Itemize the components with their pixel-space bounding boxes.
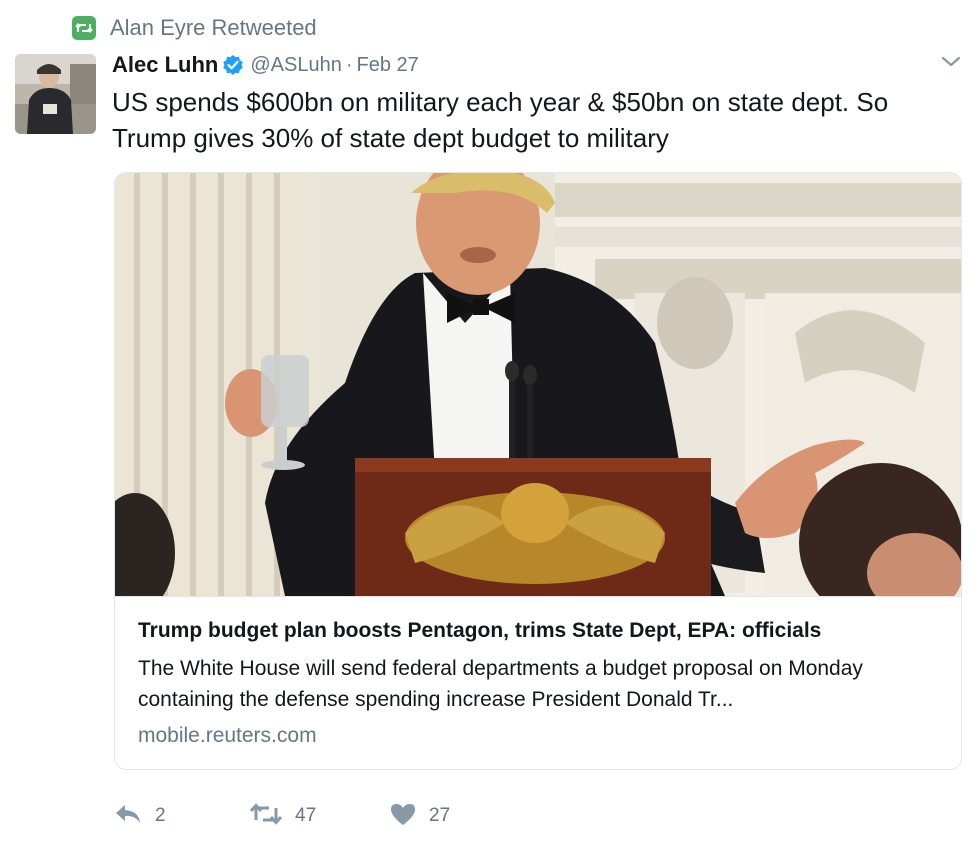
retweet-button[interactable]: 47 xyxy=(249,802,389,831)
chevron-down-icon[interactable] xyxy=(937,52,965,72)
retweeted-by-label[interactable]: Alan Eyre Retweeted xyxy=(110,15,317,41)
verified-badge-icon xyxy=(222,54,244,76)
card-description: The White House will send federal depart… xyxy=(138,657,863,711)
avatar[interactable] xyxy=(15,54,96,134)
retweet-count: 47 xyxy=(295,805,317,826)
card-domain[interactable]: mobile.reuters.com xyxy=(138,724,317,748)
reply-count: 2 xyxy=(155,805,166,826)
card-image[interactable] xyxy=(115,173,961,596)
like-button[interactable]: 27 xyxy=(389,802,509,831)
author-name[interactable]: Alec Luhn xyxy=(112,52,218,78)
link-card[interactable]: Trump budget plan boosts Pentagon, trims… xyxy=(114,172,962,770)
retweet-icon xyxy=(249,802,283,831)
reply-icon xyxy=(113,802,143,831)
reply-button[interactable]: 2 xyxy=(113,802,249,831)
card-body[interactable]: Trump budget plan boosts Pentagon, trims… xyxy=(115,596,961,769)
heart-icon xyxy=(389,802,417,831)
tweet[interactable]: Alan Eyre Retweeted Alec Luhn @ASLuhn · … xyxy=(0,0,980,847)
tweet-timestamp[interactable]: Feb 27 xyxy=(357,54,419,77)
tweet-actions: 2 47 27 xyxy=(113,800,509,832)
retweet-context: Alan Eyre Retweeted xyxy=(72,14,317,42)
tweet-text: US spends $600bn on military each year &… xyxy=(112,87,889,153)
card-title[interactable]: Trump budget plan boosts Pentagon, trims… xyxy=(138,619,821,643)
author-handle[interactable]: @ASLuhn xyxy=(250,54,341,77)
like-count: 27 xyxy=(429,805,451,826)
separator-dot: · xyxy=(345,53,353,76)
retweet-icon xyxy=(72,16,96,40)
tweet-header: Alec Luhn @ASLuhn · Feb 27 xyxy=(112,50,419,80)
